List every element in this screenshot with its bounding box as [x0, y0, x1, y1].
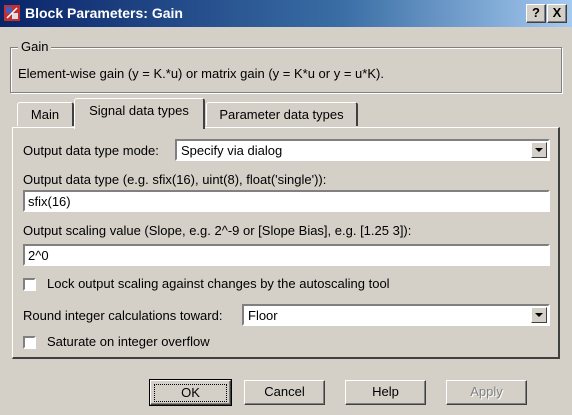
- round-value: Floor: [248, 308, 278, 323]
- type-label: Output data type (e.g. sfix(16), uint(8)…: [23, 172, 327, 187]
- ok-button-label: OK: [154, 384, 227, 402]
- ok-button[interactable]: OK: [149, 379, 232, 406]
- help-button[interactable]: Help: [345, 380, 426, 405]
- tab-main[interactable]: Main: [17, 102, 74, 126]
- block-parameters-dialog: Block Parameters: Gain ? X Gain Element-…: [0, 0, 572, 415]
- tab-panel: Output data type mode: Specify via dialo…: [12, 127, 560, 359]
- tab-parameter-data-types[interactable]: Parameter data types: [206, 102, 358, 126]
- scaling-label: Output scaling value (Slope, e.g. 2^-9 o…: [23, 223, 412, 238]
- simulink-block-icon: [4, 5, 20, 21]
- output-scaling-field[interactable]: [23, 244, 550, 266]
- close-title-button[interactable]: X: [547, 4, 567, 23]
- window-title: Block Parameters: Gain: [25, 5, 183, 21]
- mode-label: Output data type mode:: [23, 143, 159, 158]
- title-bar[interactable]: Block Parameters: Gain ? X: [0, 0, 572, 27]
- mode-value: Specify via dialog: [181, 143, 283, 158]
- output-data-type-mode-select[interactable]: Specify via dialog: [175, 139, 550, 161]
- apply-button[interactable]: Apply: [446, 380, 527, 405]
- lock-scaling-checkbox[interactable]: [23, 278, 36, 291]
- chevron-down-icon[interactable]: [531, 142, 547, 158]
- round-integer-select[interactable]: Floor: [242, 304, 550, 326]
- group-label: Gain: [18, 39, 52, 54]
- output-data-type-field[interactable]: [23, 190, 550, 212]
- round-label: Round integer calculations toward:: [23, 308, 223, 323]
- saturate-label: Saturate on integer overflow: [47, 334, 210, 349]
- tab-signal-data-types[interactable]: Signal data types: [74, 98, 205, 129]
- help-title-button[interactable]: ?: [526, 4, 546, 23]
- chevron-down-icon[interactable]: [531, 307, 547, 323]
- lock-scaling-label: Lock output scaling against changes by t…: [47, 276, 390, 291]
- group-description: Element-wise gain (y = K.*u) or matrix g…: [18, 66, 384, 81]
- saturate-checkbox[interactable]: [23, 336, 36, 349]
- cancel-button[interactable]: Cancel: [244, 380, 325, 405]
